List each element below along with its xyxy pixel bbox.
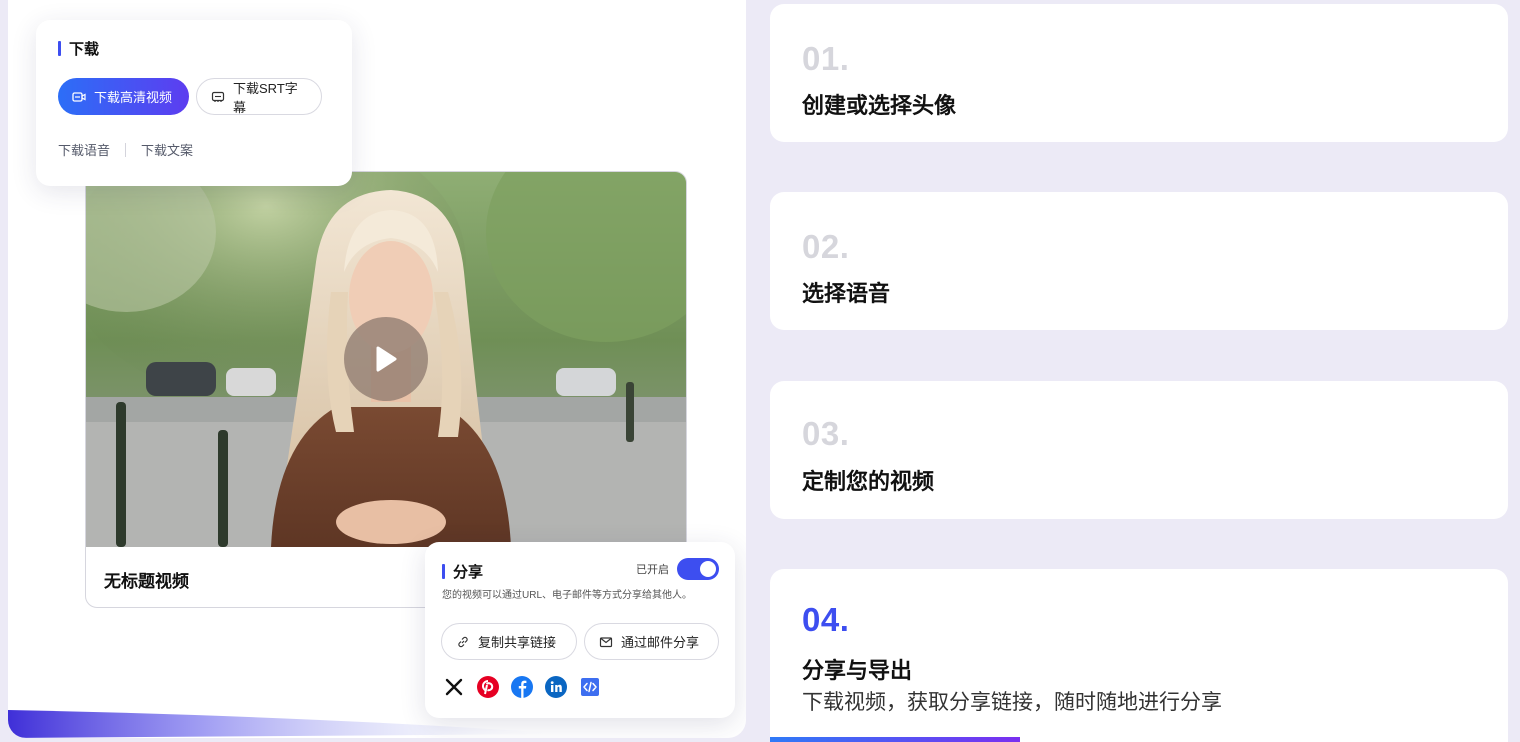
step-number: 01. <box>802 40 850 77</box>
feature-preview-panel: 无标题视频 下载 下载高清视频 下载SRT字幕 下载语音 下载文案 分享 已开启… <box>8 0 746 738</box>
video-title: 无标题视频 <box>104 572 189 591</box>
share-by-email-button[interactable]: 通过邮件分享 <box>584 623 719 660</box>
step-number: 04. <box>802 601 850 638</box>
download-card-title: 下载 <box>58 38 99 59</box>
download-links: 下载语音 下载文案 <box>58 140 193 159</box>
copy-share-link-label: 复制共享链接 <box>478 635 557 650</box>
link-divider <box>125 142 127 157</box>
step-title: 定制您的视频 <box>802 469 935 494</box>
share-title-text: 分享 <box>453 564 484 581</box>
share-toggle[interactable] <box>677 558 719 580</box>
download-hd-video-label: 下载高清视频 <box>94 90 173 105</box>
download-title-text: 下载 <box>69 41 100 58</box>
play-icon <box>376 346 397 372</box>
subtitle-icon <box>211 90 225 104</box>
video-file-icon <box>72 90 86 104</box>
copy-share-link-button[interactable]: 复制共享链接 <box>441 623 577 660</box>
title-accent-bar <box>442 564 445 579</box>
step-card-4[interactable]: 04. 分享与导出 下载视频，获取分享链接，随时随地进行分享 <box>770 569 1508 742</box>
video-player[interactable] <box>86 172 686 547</box>
social-share-icons <box>443 676 613 698</box>
mail-icon <box>599 635 613 649</box>
step-title: 创建或选择头像 <box>802 93 957 118</box>
title-accent-bar <box>58 41 61 56</box>
download-srt-label: 下载SRT字幕 <box>233 80 298 115</box>
step-card-3[interactable]: 03. 定制您的视频 <box>770 381 1508 519</box>
facebook-icon[interactable] <box>511 676 533 698</box>
play-button[interactable] <box>344 317 428 401</box>
linkedin-icon[interactable] <box>545 676 567 698</box>
step-progress-bar <box>770 737 1020 742</box>
download-audio-link[interactable]: 下载语音 <box>58 140 110 159</box>
share-card: 分享 已开启 您的视频可以通过URL、电子邮件等方式分享给其他人。 复制共享链接 <box>425 542 735 718</box>
embed-code-icon[interactable] <box>579 676 601 698</box>
share-toggle-label: 已开启 <box>636 564 669 576</box>
link-icon <box>456 635 470 649</box>
step-number: 03. <box>802 415 850 452</box>
share-toggle-group: 已开启 <box>636 558 719 580</box>
download-card: 下载 下载高清视频 下载SRT字幕 下载语音 下载文案 <box>36 20 352 186</box>
share-description: 您的视频可以通过URL、电子邮件等方式分享给其他人。 <box>442 590 693 601</box>
step-title: 分享与导出 <box>802 658 913 683</box>
step-number: 02. <box>802 228 850 265</box>
download-hd-video-button[interactable]: 下载高清视频 <box>58 78 189 115</box>
step-title: 选择语音 <box>802 281 891 306</box>
toggle-knob <box>700 561 716 577</box>
step-description: 下载视频，获取分享链接，随时随地进行分享 <box>802 691 1222 714</box>
step-card-2[interactable]: 02. 选择语音 <box>770 192 1508 330</box>
share-card-title: 分享 <box>442 561 483 582</box>
x-icon[interactable] <box>443 676 465 698</box>
share-by-email-label: 通过邮件分享 <box>621 635 700 650</box>
download-script-link[interactable]: 下载文案 <box>141 140 193 159</box>
step-card-1[interactable]: 01. 创建或选择头像 <box>770 4 1508 142</box>
pinterest-icon[interactable] <box>477 676 499 698</box>
download-srt-button[interactable]: 下载SRT字幕 <box>196 78 322 115</box>
